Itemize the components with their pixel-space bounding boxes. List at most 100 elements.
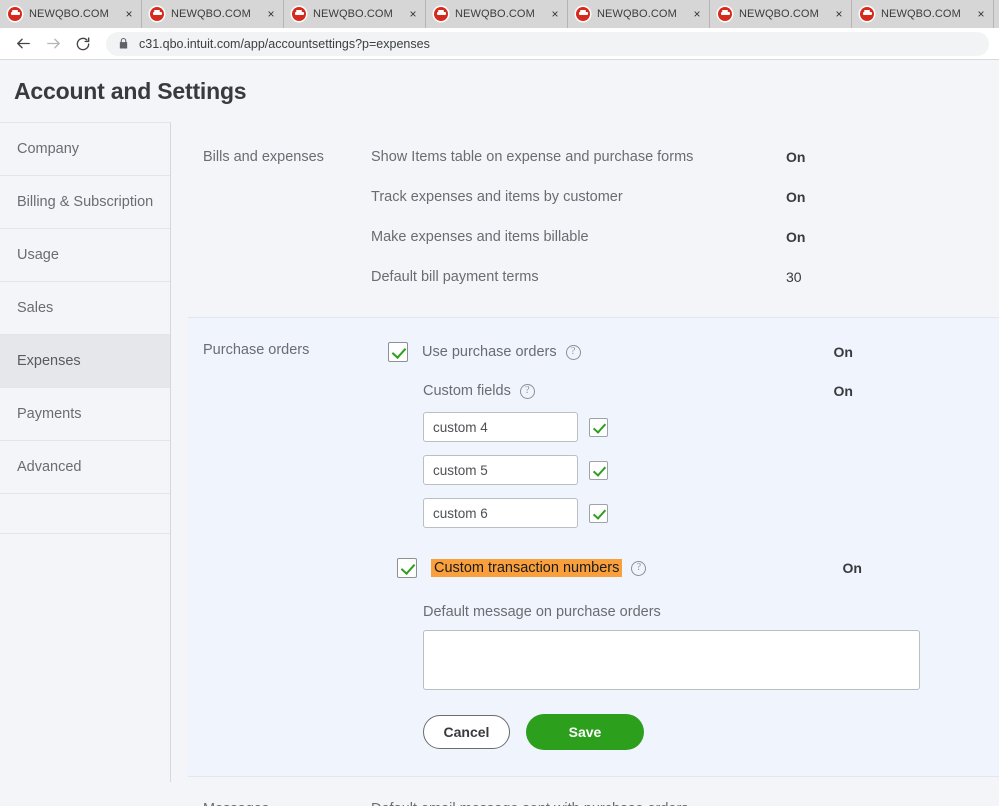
sidebar-item-usage[interactable]: Usage [0,229,170,282]
newqbo-favicon-icon [292,7,306,21]
page-title: Account and Settings [0,60,999,105]
use-purchase-orders-value: On [834,344,853,360]
setting-row[interactable]: Default bill payment terms 30 [371,269,999,287]
close-icon[interactable]: × [973,6,989,22]
close-icon[interactable]: × [689,6,705,22]
browser-tab-title: NEWQBO.COM [739,8,831,20]
sidebar-item-label: Usage [17,247,59,263]
browser-tab[interactable]: NEWQBO.COM × [426,0,568,28]
purchase-orders-actions: Cancel Save [423,714,999,750]
close-icon[interactable]: × [263,6,279,22]
setting-value: On [786,189,805,205]
sidebar-item-label: Company [17,141,79,157]
messages-section[interactable]: Messages Default email message sent with… [171,777,999,806]
newqbo-favicon-icon [718,7,732,21]
newqbo-favicon-icon [150,7,164,21]
sidebar-item-payments[interactable]: Payments [0,388,170,441]
bills-and-expenses-rows: Show Items table on expense and purchase… [371,149,999,287]
custom-fields-row: Custom fields ? On [423,383,999,399]
lock-icon [118,37,130,50]
browser-tab-title: NEWQBO.COM [597,8,689,20]
browser-tab[interactable]: NEWQBO.COM × [568,0,710,28]
custom-field-row [423,412,999,442]
setting-row[interactable]: Show Items table on expense and purchase… [371,149,999,167]
help-icon[interactable]: ? [566,345,581,360]
browser-tab[interactable]: NEWQBO.COM × [142,0,284,28]
close-icon[interactable]: × [547,6,563,22]
browser-toolbar: c31.qbo.intuit.com/app/accountsettings?p… [0,28,999,60]
close-icon[interactable]: × [121,6,137,22]
browser-tab[interactable]: NEWQBO.COM × [284,0,426,28]
browser-tab[interactable]: NEWQBO.COM × [710,0,852,28]
custom-fields-label: Custom fields [423,383,511,399]
browser-tab-title: NEWQBO.COM [881,8,973,20]
sidebar-item-label: Advanced [17,459,82,475]
save-button[interactable]: Save [526,714,644,750]
default-message-textarea[interactable] [423,630,920,690]
cancel-button[interactable]: Cancel [423,715,510,749]
back-arrow-icon[interactable] [10,31,36,57]
sidebar-filler [0,494,170,534]
url-text: c31.qbo.intuit.com/app/accountsettings?p… [139,37,430,51]
browser-tab-title: NEWQBO.COM [313,8,405,20]
custom-transaction-numbers-row[interactable]: Custom transaction numbers ? On [397,558,999,578]
setting-label: Track expenses and items by customer [371,189,786,205]
custom-transaction-numbers-label: Custom transaction numbers [431,559,622,577]
sidebar-item-company[interactable]: Company [0,123,170,176]
browser-tab[interactable]: NEWQBO.COM × [852,0,994,28]
setting-value: 30 [786,269,802,285]
purchase-orders-section: Purchase orders Use purchase orders ? On… [188,317,999,777]
section-label-messages: Messages [171,801,371,806]
use-purchase-orders-checkbox[interactable] [388,342,408,362]
sidebar-item-label: Sales [17,300,53,316]
sidebar-item-label: Payments [17,406,81,422]
section-label-bills-and-expenses: Bills and expenses [171,149,371,287]
setting-value: On [786,229,805,245]
browser-tab-title: NEWQBO.COM [455,8,547,20]
close-icon[interactable]: × [405,6,421,22]
help-icon[interactable]: ? [520,384,535,399]
browser-tab[interactable]: NEWQBO.COM × [0,0,142,28]
custom-field-checkbox[interactable] [589,504,608,523]
sidebar-item-expenses[interactable]: Expenses [0,335,170,388]
browser-chrome: NEWQBO.COM × NEWQBO.COM × NEWQBO.COM × N… [0,0,999,60]
help-icon[interactable]: ? [631,561,646,576]
browser-tab-title: NEWQBO.COM [171,8,263,20]
setting-label: Show Items table on expense and purchase… [371,149,786,165]
close-icon[interactable]: × [831,6,847,22]
address-bar[interactable]: c31.qbo.intuit.com/app/accountsettings?p… [106,32,989,56]
sidebar-item-billing-subscription[interactable]: Billing & Subscription [0,176,170,229]
custom-field-checkbox[interactable] [589,461,608,480]
newqbo-favicon-icon [8,7,22,21]
sidebar-item-sales[interactable]: Sales [0,282,170,335]
setting-label: Default bill payment terms [371,269,786,285]
sidebar-item-label: Expenses [17,353,81,369]
use-purchase-orders-row[interactable]: Use purchase orders ? On [388,342,999,362]
setting-row[interactable]: Track expenses and items by customer On [371,189,999,207]
setting-label: Make expenses and items billable [371,229,786,245]
browser-tab-strip: NEWQBO.COM × NEWQBO.COM × NEWQBO.COM × N… [0,0,999,28]
app-page: Account and Settings Company Billing & S… [0,60,999,806]
custom-transaction-numbers-value: On [843,560,862,576]
custom-field-input[interactable] [423,498,578,528]
settings-main: Bills and expenses Show Items table on e… [171,122,999,782]
custom-field-row [423,455,999,485]
section-label-purchase-orders: Purchase orders [188,342,388,750]
default-message-label: Default message on purchase orders [423,604,999,620]
setting-row[interactable]: Make expenses and items billable On [371,229,999,247]
custom-field-input[interactable] [423,455,578,485]
custom-transaction-numbers-checkbox[interactable] [397,558,417,578]
newqbo-favicon-icon [576,7,590,21]
newqbo-favicon-icon [860,7,874,21]
forward-arrow-icon [40,31,66,57]
custom-field-checkbox[interactable] [589,418,608,437]
custom-field-row [423,498,999,528]
use-purchase-orders-label: Use purchase orders [422,344,557,360]
custom-field-input[interactable] [423,412,578,442]
setting-value: On [786,149,805,165]
reload-icon[interactable] [70,31,96,57]
content-area: Company Billing & Subscription Usage Sal… [0,122,999,782]
purchase-orders-body: Use purchase orders ? On Custom fields ?… [388,342,999,750]
settings-sidebar: Company Billing & Subscription Usage Sal… [0,122,171,782]
sidebar-item-advanced[interactable]: Advanced [0,441,170,494]
